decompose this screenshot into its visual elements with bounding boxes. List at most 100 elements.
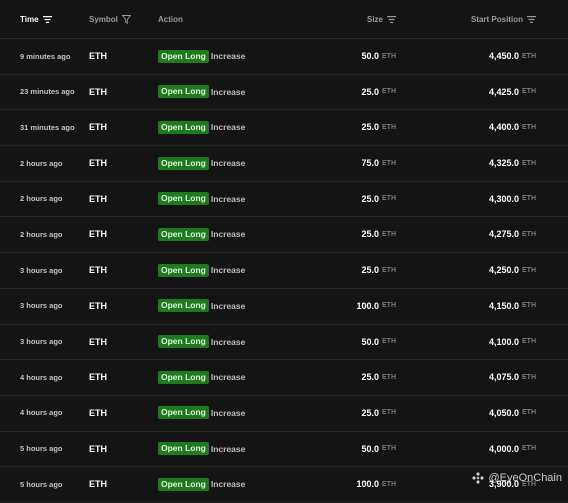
time-cell: 31 minutes ago [20,122,75,132]
table-row[interactable]: 2 hours ago ETH Open Long Increase 25.0 ETH 4,… [0,182,568,218]
table-row[interactable]: 23 minutes ago ETH Open Long Increase 25.0 ET… [0,75,568,111]
symbol-cell: ETH [89,336,107,347]
size-cell: 25.0 ETH [361,217,396,251]
open-long-badge: Open Long [158,477,209,491]
time-cell: 4 hours ago [20,372,63,382]
action-text: Increase [210,300,246,311]
open-long-badge: Open Long [158,335,209,348]
size-value: 25.0 [361,265,379,276]
action-cell: Open Long Increase [158,217,245,251]
table-header: Time Symbol Action Size Start Position [0,0,568,39]
size-value: 50.0 [361,51,379,61]
trades-table: Time Symbol Action Size Start Position 9… [0,0,568,503]
table-row[interactable]: 3 hours ago ETH Open Long Increase 100.0 ETH 4… [0,289,568,325]
size-cell: 100.0 ETH [356,467,396,501]
start-position-column-header[interactable]: Start Position [471,0,536,38]
start-position-value: 4,150.0 [488,300,519,311]
size-cell: 50.0 ETH [361,39,396,73]
start-position-cell: 4,425.0 ETH [489,75,536,109]
time-column-header[interactable]: Time [20,0,52,38]
size-unit: ETH [382,88,396,96]
table-row[interactable]: 9 minutes ago ETH Open Long Increase 50.0 ETH… [0,39,568,75]
table-row[interactable]: 2 hours ago ETH Open Long Increase 25.0 ETH 4,… [0,217,568,254]
action-text: Increase [210,372,246,383]
symbol-cell: ETH [89,51,107,61]
start-position-cell: 4,000.0 ETH [489,432,536,466]
size-unit: ETH [382,159,396,167]
start-position-cell: 4,300.0 ETH [489,182,536,216]
size-unit: ETH [382,302,396,310]
size-cell: 25.0 ETH [361,110,396,144]
table-row[interactable]: 3 hours ago ETH Open Long Increase 50.0 ETH 4,… [0,325,568,361]
time-header-label: Time [20,14,39,24]
sort-icon[interactable] [42,15,52,23]
size-cell: 50.0 ETH [361,432,396,466]
size-value: 25.0 [361,407,379,418]
size-value: 25.0 [361,193,379,204]
start-position-value: 4,275.0 [488,229,519,240]
action-text: Increase [210,407,246,418]
start-position-cell: 4,450.0 ETH [489,39,536,73]
action-text: Increase [210,265,246,276]
start-position-unit: ETH [522,230,536,238]
action-text: Increase [210,51,246,61]
table-row[interactable]: 3 hours ago ETH Open Long Increase 25.0 ETH 4,… [0,253,568,289]
start-position-value: 4,100.0 [488,336,519,347]
action-cell: Open Long Increase [158,467,245,501]
start-position-unit: ETH [522,266,536,274]
watermark: @EyeOnChain [472,472,562,484]
table-row[interactable]: 4 hours ago ETH Open Long Increase 25.0 ETH 4,… [0,396,568,432]
start-position-value: 4,000.0 [488,443,519,454]
size-cell: 25.0 ETH [361,75,396,109]
time-cell: 3 hours ago [20,301,63,311]
start-position-value: 4,425.0 [488,86,519,97]
action-cell: Open Long Increase [158,396,245,430]
table-row[interactable]: 4 hours ago ETH Open Long Increase 25.0 ETH 4,… [0,360,568,396]
action-cell: Open Long Increase [158,146,245,180]
size-unit: ETH [382,266,396,274]
symbol-cell: ETH [89,407,107,418]
time-cell: 5 hours ago [20,479,63,489]
action-text: Increase [210,229,246,240]
time-cell: 4 hours ago [20,408,63,418]
action-cell: Open Long Increase [158,39,245,73]
start-position-cell: 4,325.0 ETH [489,146,536,180]
size-cell: 25.0 ETH [361,253,396,287]
action-cell: Open Long Increase [158,110,245,144]
start-position-unit: ETH [522,123,536,131]
table-row[interactable]: 5 hours ago ETH Open Long Increase 50.0 ETH 4,… [0,432,568,468]
start-position-unit: ETH [522,302,536,310]
action-cell: Open Long Increase [158,182,245,216]
table-row[interactable]: 31 minutes ago ETH Open Long Increase 25.0 ET… [0,110,568,147]
sort-icon[interactable] [527,15,536,23]
watermark-text: @EyeOnChain [488,472,562,484]
size-value: 75.0 [361,158,379,169]
size-value: 100.0 [356,300,379,311]
start-position-unit: ETH [522,373,536,381]
symbol-cell: ETH [89,229,107,240]
action-text: Increase [210,443,246,454]
time-cell: 3 hours ago [20,265,63,275]
start-position-unit: ETH [522,338,536,345]
table-row[interactable]: 2 hours ago ETH Open Long Increase 75.0 ETH 4,… [0,146,568,182]
open-long-badge: Open Long [158,263,209,277]
filter-icon[interactable] [121,14,131,24]
time-cell: 23 minutes ago [20,87,75,97]
time-cell: 2 hours ago [20,194,63,204]
action-text: Increase [210,336,246,347]
sort-icon[interactable] [387,15,396,23]
start-position-unit: ETH [522,159,536,167]
action-cell: Open Long Increase [158,360,245,394]
start-position-cell: 4,250.0 ETH [489,253,536,287]
start-position-unit: ETH [522,195,536,203]
symbol-column-header[interactable]: Symbol [89,0,131,38]
size-value: 25.0 [361,372,379,383]
symbol-cell: ETH [89,372,107,383]
symbol-cell: ETH [89,479,107,490]
open-long-badge: Open Long [158,156,209,170]
size-value: 50.0 [361,336,379,347]
symbol-cell: ETH [89,193,107,204]
symbol-cell: ETH [89,265,107,276]
size-column-header[interactable]: Size [367,0,396,38]
binance-logo-icon [472,472,485,484]
